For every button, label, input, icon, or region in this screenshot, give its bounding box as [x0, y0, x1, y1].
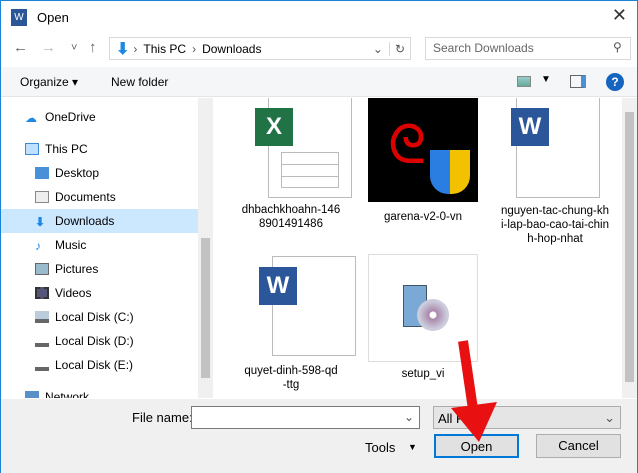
file-name: dhbachkhoahn-1468901491486: [241, 204, 341, 230]
sidebar-item-local-disk-d[interactable]: Local Disk (D:): [1, 329, 198, 353]
recent-locations-button[interactable]: ˅: [71, 42, 77, 54]
search-input[interactable]: Search Downloads: [425, 37, 631, 60]
address-dropdown-icon[interactable]: ⌄: [367, 41, 390, 56]
sidebar-item-label: Downloads: [55, 214, 115, 228]
file-name: garena-v2-0-vn: [384, 211, 462, 223]
sidebar-item-label: Music: [55, 238, 87, 252]
pictures-icon: [35, 263, 49, 275]
network-icon: [25, 391, 39, 398]
music-icon: ♪: [35, 239, 41, 253]
computer-icon: [25, 143, 39, 155]
sidebar-item-local-disk-e[interactable]: Local Disk (E:): [1, 353, 198, 377]
sidebar-item-label: Network: [45, 390, 90, 398]
file-name: nguyen-tac-chung-khi-lap-bao-cao-tai-chi…: [500, 205, 610, 245]
toolbar: Organize ▾ New folder ▼ ?: [1, 67, 637, 97]
file-item-word-2[interactable]: W quyet-dinh-598-qd-ttg: [232, 256, 356, 392]
sidebar-item-label: Videos: [55, 286, 92, 300]
red-arrow-annotation: [451, 340, 497, 442]
back-button[interactable]: ←: [13, 39, 28, 56]
sidebar-item-documents[interactable]: Documents: [1, 185, 198, 209]
sidebar-item-onedrive[interactable]: ☁ OneDrive: [1, 105, 198, 129]
sidebar-item-this-pc[interactable]: This PC: [1, 137, 198, 161]
chevron-down-icon: ⌄: [403, 410, 414, 424]
preview-pane-icon[interactable]: [570, 75, 586, 88]
sidebar-item-label: Local Disk (E:): [55, 358, 134, 372]
tools-dropdown-icon[interactable]: ▼: [408, 442, 417, 452]
up-button[interactable]: ↑: [89, 39, 97, 56]
drive-icon: [35, 359, 49, 371]
navigation-pane: ☁ OneDrive This PC Desktop Documents ⬇ Dow…: [1, 98, 198, 398]
sidebar-item-desktop[interactable]: Desktop: [1, 161, 198, 185]
forward-button[interactable]: →: [41, 39, 56, 56]
file-name-input[interactable]: ⌄: [191, 406, 420, 429]
sidebar-item-videos[interactable]: Videos: [1, 281, 198, 305]
file-item-word[interactable]: W nguyen-tac-chung-khi-lap-bao-cao-tai-c…: [496, 98, 614, 246]
drive-icon: [35, 311, 49, 323]
downloads-icon: ⬇: [35, 215, 46, 229]
shield-icon: [430, 150, 470, 194]
bottom-panel: File name: ⌄ All Files⌄ Tools ▼ Open Can…: [1, 399, 637, 473]
refresh-button[interactable]: ↻: [390, 42, 410, 56]
file-list: X dhbachkhoahn-1468901491486 ᘓ garena-v2…: [214, 98, 622, 398]
address-bar[interactable]: ⬇ › This PC › Downloads ⌄ ↻: [109, 37, 411, 60]
sidebar-item-label: Desktop: [55, 166, 100, 180]
sidebar-item-label: Documents: [55, 190, 116, 204]
chevron-down-icon: ⌄: [604, 410, 615, 425]
search-icon: ⚲: [613, 40, 622, 54]
desktop-icon: [35, 167, 49, 179]
garena-app-icon: ᘓ: [368, 98, 478, 202]
window-title: Open: [37, 10, 69, 25]
sidebar-item-pictures[interactable]: Pictures: [1, 257, 198, 281]
sidebar-scrollbar[interactable]: [198, 98, 213, 398]
cancel-button[interactable]: Cancel: [536, 434, 621, 458]
sidebar-item-network[interactable]: Network: [1, 385, 198, 398]
downloads-icon: ⬇: [116, 40, 130, 58]
change-view-icon[interactable]: [517, 76, 531, 87]
new-folder-button[interactable]: New folder: [111, 75, 168, 89]
file-name-label: File name:: [132, 410, 193, 425]
sidebar-item-local-disk-c[interactable]: Local Disk (C:): [1, 305, 198, 329]
drive-icon: [35, 335, 49, 347]
word-app-icon: W: [11, 9, 27, 26]
documents-icon: [35, 191, 49, 203]
sidebar-item-music[interactable]: ♪ Music: [1, 233, 198, 257]
view-dropdown-icon[interactable]: ▼: [541, 74, 551, 85]
excel-icon: X: [255, 108, 293, 146]
videos-icon: [35, 287, 49, 299]
cloud-icon: ☁: [25, 111, 37, 125]
sidebar-item-label: Local Disk (C:): [55, 310, 134, 324]
word-icon: W: [511, 108, 549, 146]
breadcrumb-downloads[interactable]: Downloads: [202, 42, 261, 56]
close-button[interactable]: ✕: [612, 5, 627, 26]
content-scrollbar[interactable]: [622, 98, 637, 398]
breadcrumb-this-pc[interactable]: This PC: [143, 42, 186, 56]
word-icon: W: [259, 267, 297, 305]
sidebar-item-label: OneDrive: [45, 110, 96, 124]
help-button[interactable]: ?: [606, 73, 624, 91]
sidebar-item-downloads[interactable]: ⬇ Downloads: [1, 209, 198, 233]
open-dialog: W Open ✕ ← → ˅ ↑ ⬇ › This PC › Downloads…: [0, 0, 638, 473]
tools-button[interactable]: Tools: [365, 440, 395, 455]
organize-button[interactable]: Organize ▾: [20, 75, 78, 89]
sidebar-item-label: Local Disk (D:): [55, 334, 134, 348]
file-item-garena[interactable]: ᘓ garena-v2-0-vn: [364, 98, 482, 224]
sidebar-item-label: This PC: [45, 142, 88, 156]
file-item-excel[interactable]: X dhbachkhoahn-1468901491486: [232, 98, 352, 231]
file-name: quyet-dinh-598-qd-ttg: [244, 365, 338, 391]
sidebar-item-label: Pictures: [55, 262, 99, 276]
